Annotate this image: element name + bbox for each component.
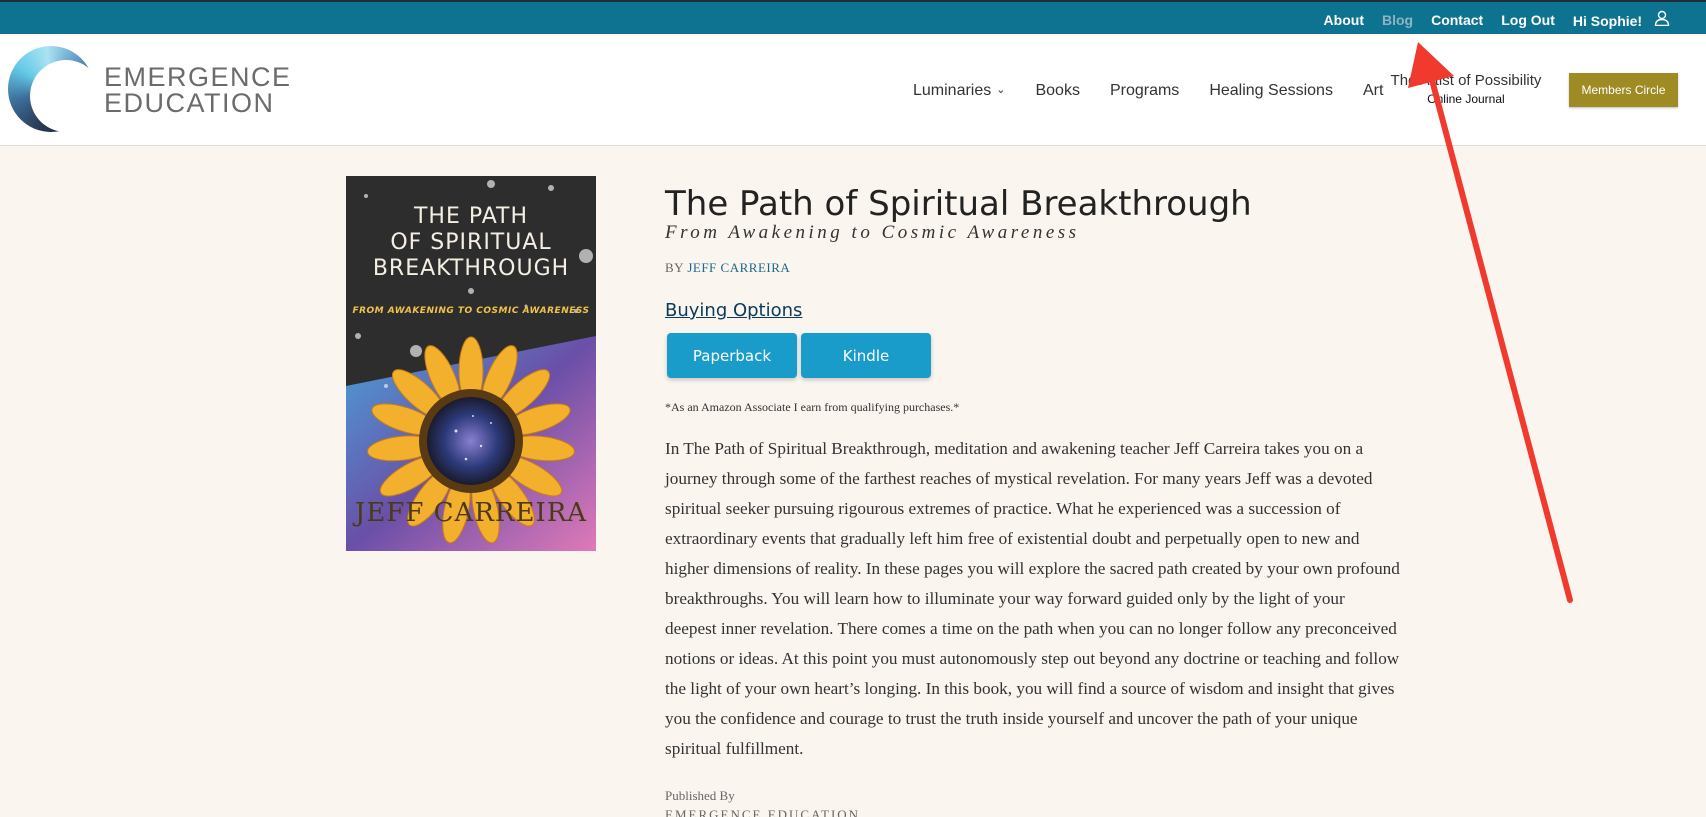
logout-link[interactable]: Log Out: [1501, 12, 1555, 28]
nav-healing-sessions[interactable]: Healing Sessions: [1209, 82, 1333, 100]
artist-subtitle: Online Journal: [1427, 92, 1505, 106]
blog-link[interactable]: Blog: [1382, 12, 1413, 28]
buying-options-heading[interactable]: Buying Options: [665, 300, 802, 321]
greeting-text: Hi Sophie!: [1572, 13, 1643, 29]
cover-subtitle: FROM AWAKENING TO COSMIC AWARENESS: [352, 306, 590, 316]
logo-text: EMERGENCE EDUCATION: [104, 62, 292, 118]
publisher-name: EMERGENCE EDUCATION: [665, 807, 861, 817]
amazon-associate-note: *As an Amazon Associate I earn from qual…: [665, 400, 960, 414]
top-utility-bar: About Blog Contact Log Out Hi Sophie!: [0, 0, 1706, 34]
book-description: In The Path of Spiritual Breakthrough, m…: [665, 439, 1400, 758]
chevron-down-icon: ⌄: [996, 84, 1006, 96]
utility-links: About Blog Contact Log Out Hi Sophie!: [1324, 10, 1670, 29]
artist-title: The Artist of Possibility: [1390, 72, 1542, 89]
book-title: The Path of Spiritual Breakthrough: [665, 184, 1252, 224]
kindle-button[interactable]: Kindle: [801, 333, 931, 378]
user-icon: [1654, 10, 1670, 26]
logo-ring-icon: [8, 46, 102, 132]
cover-title: THE PATH OF SPIRITUAL BREAKTHROUGH: [372, 204, 570, 281]
contact-link[interactable]: Contact: [1431, 12, 1483, 28]
cover-author: JEFF CARREIRA: [354, 498, 588, 528]
main-nav: Luminaries ⌄ Books Programs Healing Sessi…: [913, 82, 1413, 100]
nav-luminaries[interactable]: Luminaries ⌄: [913, 82, 1005, 100]
author-link[interactable]: JEFF CARREIRA: [687, 260, 790, 275]
nav-programs[interactable]: Programs: [1110, 82, 1179, 100]
nav-artist-of-possibility[interactable]: The Artist of Possibility Online Journal: [1386, 72, 1546, 106]
account-link[interactable]: Hi Sophie!: [1573, 10, 1670, 29]
book-subtitle: From Awakening to Cosmic Awareness: [665, 222, 1080, 243]
paperback-button[interactable]: Paperback: [667, 333, 797, 378]
nav-art[interactable]: Art: [1363, 82, 1383, 100]
book-cover-image: THE PATH OF SPIRITUAL BREAKTHROUGH FROM …: [346, 176, 596, 551]
site-header: EMERGENCE EDUCATION Luminaries ⌄ Books Pr…: [0, 34, 1706, 146]
about-link[interactable]: About: [1324, 12, 1364, 28]
byline: BY JEFF CARREIRA: [665, 260, 791, 275]
published-by-label: Published By: [665, 788, 735, 803]
nav-books[interactable]: Books: [1035, 82, 1079, 100]
members-circle-button[interactable]: Members Circle: [1569, 73, 1678, 107]
